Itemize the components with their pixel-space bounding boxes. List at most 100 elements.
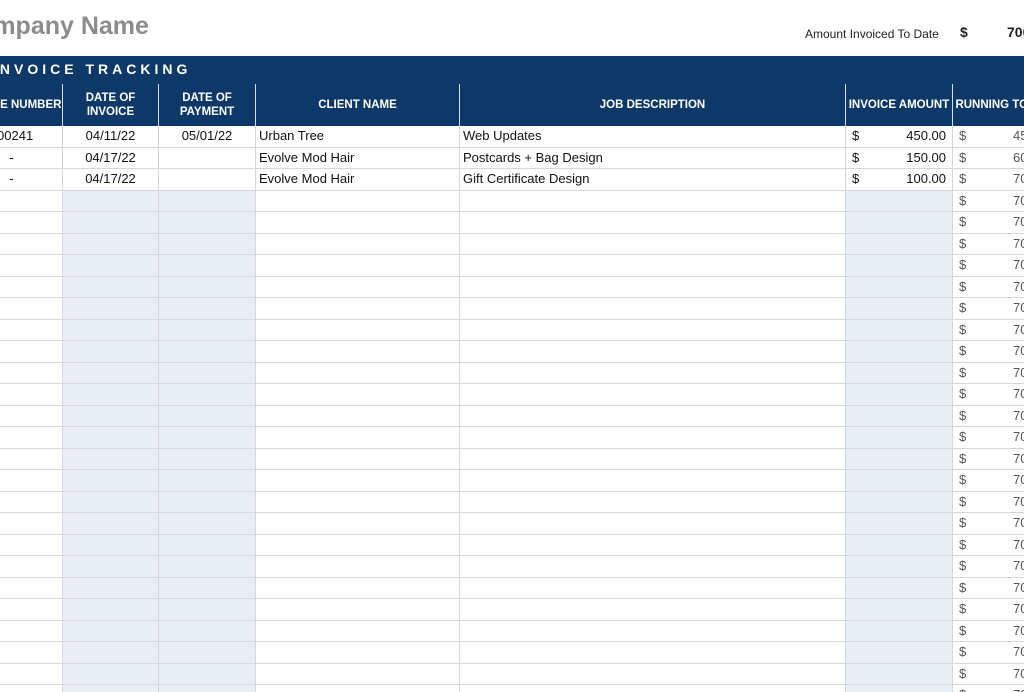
cell-invoice-amount[interactable] [845, 556, 952, 578]
cell-client-name[interactable] [255, 276, 459, 298]
cell-date-of-payment[interactable] [158, 190, 255, 212]
cell-date-of-invoice[interactable]: 04/17/22 [62, 147, 158, 169]
cell-date-of-payment[interactable] [158, 341, 255, 363]
cell-running-total[interactable]: $700 [952, 319, 1024, 341]
cell-invoice-number[interactable] [0, 363, 62, 384]
cell-date-of-payment[interactable] [158, 685, 255, 692]
cell-invoice-number[interactable] [0, 384, 62, 406]
cell-invoice-amount[interactable] [845, 319, 952, 341]
cell-running-total[interactable]: $700 [952, 491, 1024, 513]
cell-job-description[interactable]: Web Updates [459, 126, 845, 148]
cell-invoice-amount[interactable] [845, 620, 952, 642]
cell-invoice-number[interactable] [0, 642, 62, 664]
cell-invoice-number[interactable] [0, 535, 62, 556]
cell-client-name[interactable] [255, 534, 459, 556]
cell-job-description[interactable] [459, 384, 845, 406]
cell-date-of-invoice[interactable]: 04/11/22 [62, 126, 158, 148]
cell-running-total[interactable]: $700 [952, 255, 1024, 277]
cell-invoice-amount[interactable] [845, 255, 952, 277]
cell-invoice-amount[interactable] [845, 212, 952, 234]
cell-invoice-amount[interactable] [845, 599, 952, 621]
cell-running-total[interactable]: $700 [952, 341, 1024, 363]
cell-running-total[interactable]: $700 [952, 212, 1024, 234]
cell-date-of-invoice[interactable] [62, 233, 158, 255]
cell-job-description[interactable] [459, 212, 845, 234]
cell-running-total[interactable]: $700 [952, 233, 1024, 255]
cell-invoice-number[interactable]: 000241 [0, 126, 62, 148]
cell-running-total[interactable]: $700 [952, 663, 1024, 685]
cell-date-of-payment[interactable] [158, 448, 255, 470]
cell-invoice-amount[interactable] [845, 534, 952, 556]
col-header-running-total[interactable]: RUNNING TOTAL [952, 84, 1024, 126]
cell-client-name[interactable] [255, 513, 459, 535]
cell-invoice-number[interactable] [0, 234, 62, 255]
cell-client-name[interactable] [255, 642, 459, 664]
cell-job-description[interactable] [459, 341, 845, 363]
cell-invoice-number[interactable] [0, 449, 62, 470]
cell-job-description[interactable] [459, 556, 845, 578]
cell-invoice-amount[interactable] [845, 470, 952, 492]
cell-job-description[interactable] [459, 255, 845, 277]
cell-date-of-invoice[interactable] [62, 685, 158, 692]
cell-invoice-number[interactable] [0, 255, 62, 277]
cell-date-of-invoice[interactable] [62, 319, 158, 341]
cell-date-of-invoice[interactable] [62, 491, 158, 513]
cell-date-of-payment[interactable] [158, 642, 255, 664]
cell-job-description[interactable] [459, 491, 845, 513]
cell-running-total[interactable]: $700 [952, 556, 1024, 578]
col-header-date-of-payment[interactable]: DATE OF PAYMENT [158, 84, 255, 126]
cell-date-of-payment[interactable] [158, 298, 255, 320]
cell-job-description[interactable] [459, 319, 845, 341]
cell-invoice-number[interactable] [0, 578, 62, 599]
cell-invoice-amount[interactable] [845, 642, 952, 664]
cell-date-of-invoice[interactable] [62, 513, 158, 535]
cell-running-total[interactable]: $450 [952, 126, 1024, 148]
cell-invoice-amount[interactable] [845, 298, 952, 320]
cell-date-of-payment[interactable]: 05/01/22 [158, 126, 255, 148]
cell-date-of-payment[interactable] [158, 233, 255, 255]
cell-client-name[interactable] [255, 685, 459, 692]
cell-invoice-amount[interactable] [845, 362, 952, 384]
cell-date-of-invoice[interactable] [62, 362, 158, 384]
cell-job-description[interactable] [459, 513, 845, 535]
cell-invoice-number[interactable] [0, 664, 62, 685]
amount-invoiced-value[interactable]: 700 [1007, 24, 1024, 40]
cell-running-total[interactable]: $700 [952, 642, 1024, 664]
cell-invoice-amount[interactable] [845, 233, 952, 255]
cell-date-of-payment[interactable] [158, 663, 255, 685]
cell-client-name[interactable] [255, 212, 459, 234]
cell-date-of-invoice[interactable] [62, 599, 158, 621]
cell-date-of-invoice[interactable] [62, 298, 158, 320]
cell-date-of-invoice[interactable] [62, 276, 158, 298]
cell-client-name[interactable] [255, 255, 459, 277]
cell-job-description[interactable] [459, 599, 845, 621]
cell-date-of-payment[interactable] [158, 169, 255, 191]
cell-client-name[interactable] [255, 427, 459, 449]
cell-client-name[interactable] [255, 298, 459, 320]
cell-client-name[interactable]: Evolve Mod Hair [255, 169, 459, 191]
cell-running-total[interactable]: $700 [952, 470, 1024, 492]
cell-date-of-payment[interactable] [158, 212, 255, 234]
cell-client-name[interactable] [255, 233, 459, 255]
cell-job-description[interactable] [459, 663, 845, 685]
cell-running-total[interactable]: $700 [952, 384, 1024, 406]
cell-invoice-number[interactable] [0, 277, 62, 298]
cell-client-name[interactable] [255, 448, 459, 470]
cell-date-of-invoice[interactable] [62, 620, 158, 642]
cell-running-total[interactable]: $600 [952, 147, 1024, 169]
cell-date-of-payment[interactable] [158, 513, 255, 535]
cell-invoice-number[interactable] [0, 685, 62, 692]
cell-running-total[interactable]: $700 [952, 534, 1024, 556]
cell-invoice-number[interactable] [0, 621, 62, 642]
cell-client-name[interactable] [255, 341, 459, 363]
cell-invoice-amount[interactable] [845, 577, 952, 599]
cell-date-of-invoice[interactable] [62, 663, 158, 685]
cell-date-of-payment[interactable] [158, 427, 255, 449]
cell-invoice-amount[interactable] [845, 341, 952, 363]
cell-invoice-number[interactable] [0, 470, 62, 492]
cell-client-name[interactable] [255, 362, 459, 384]
cell-job-description[interactable] [459, 233, 845, 255]
cell-date-of-payment[interactable] [158, 255, 255, 277]
cell-invoice-number[interactable] [0, 556, 62, 578]
cell-invoice-amount[interactable] [845, 384, 952, 406]
